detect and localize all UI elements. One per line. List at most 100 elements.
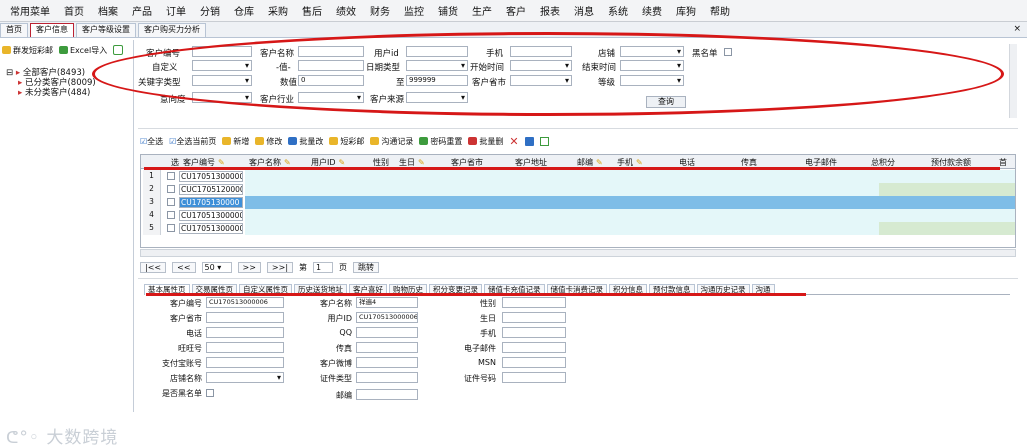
- end-time-input[interactable]: [620, 60, 684, 71]
- detail-uid-value[interactable]: CU170513000006: [356, 312, 418, 323]
- last-page-button[interactable]: >>|: [266, 261, 294, 273]
- row-checkbox[interactable]: [167, 198, 175, 206]
- jump-button[interactable]: 跳转: [353, 261, 380, 273]
- first-page-button[interactable]: |<<: [140, 261, 167, 273]
- menu-monitor[interactable]: 监控: [404, 3, 424, 18]
- save-icon[interactable]: [524, 136, 534, 146]
- next-page-button[interactable]: >>: [237, 261, 261, 273]
- tab-customer-info[interactable]: 客户信息: [30, 23, 74, 37]
- menu-product[interactable]: 产品: [132, 3, 152, 18]
- menu-distribution[interactable]: 分销: [200, 3, 220, 18]
- row-code[interactable]: CU170513000004: [179, 171, 243, 182]
- table-row[interactable]: 1 CU170513000004: [141, 170, 1015, 183]
- table-row[interactable]: 2 CUC17051200002: [141, 183, 1015, 196]
- detail-name-value[interactable]: 祥遍4: [356, 297, 418, 308]
- date-type-select[interactable]: [406, 60, 468, 71]
- detail-zip-value[interactable]: [356, 389, 418, 400]
- tab-purchasing-power[interactable]: 客户购买力分析: [138, 23, 206, 37]
- search-scrollbar[interactable]: [1009, 44, 1017, 118]
- shop-select[interactable]: [620, 46, 684, 57]
- table-row-selected[interactable]: 3 CU1705130000: [141, 196, 1015, 209]
- menu-customer[interactable]: 客户: [506, 3, 526, 18]
- prev-page-button[interactable]: <<: [172, 261, 196, 273]
- batch-delete-button[interactable]: 批量删: [468, 136, 503, 147]
- menu-aftersale[interactable]: 售后: [302, 3, 322, 18]
- customer-code-input[interactable]: [192, 46, 252, 57]
- level-select[interactable]: [620, 75, 684, 86]
- detail-email-value[interactable]: [502, 342, 566, 353]
- excel-import-button[interactable]: Excel导入: [59, 45, 107, 56]
- splitter[interactable]: [138, 128, 1018, 133]
- menu-finance[interactable]: 财务: [370, 3, 390, 18]
- detail-gender-value[interactable]: [502, 297, 566, 308]
- keyword-type-select[interactable]: [192, 75, 252, 86]
- detail-idno-value[interactable]: [502, 372, 566, 383]
- phone-input[interactable]: [510, 46, 572, 57]
- tab-home[interactable]: 首页: [0, 23, 28, 37]
- customer-name-input[interactable]: [298, 46, 364, 57]
- menu-performance[interactable]: 绩效: [336, 3, 356, 18]
- menu-help[interactable]: 帮助: [710, 3, 730, 18]
- menu-renew[interactable]: 续费: [642, 3, 662, 18]
- tree-classified[interactable]: ▸ 已分类客户(8009): [6, 78, 96, 88]
- menu-message[interactable]: 消息: [574, 3, 594, 18]
- row-checkbox[interactable]: [167, 185, 175, 193]
- value-from-input[interactable]: 0: [298, 75, 364, 86]
- row-code[interactable]: CU1705130000: [179, 197, 243, 208]
- col-first[interactable]: 首: [999, 157, 1007, 168]
- row-code[interactable]: CUC17051200002: [179, 184, 243, 195]
- query-button[interactable]: 查询: [646, 96, 686, 108]
- table-row[interactable]: 5 CU170513000000: [141, 222, 1015, 235]
- row-checkbox[interactable]: [167, 211, 175, 219]
- password-reset-button[interactable]: 密码重置: [419, 136, 462, 147]
- sms-email-button[interactable]: 短彩邮: [329, 136, 364, 147]
- menu-common[interactable]: 常用菜单: [10, 3, 50, 18]
- detail-code-value[interactable]: CU170513000006: [206, 297, 284, 308]
- custom-select[interactable]: [192, 60, 252, 71]
- menu-warehouse[interactable]: 仓库: [234, 3, 254, 18]
- close-icon[interactable]: ×: [1013, 24, 1021, 34]
- page-size-select[interactable]: 50 ▾: [201, 261, 232, 273]
- blacklist-checkbox[interactable]: [724, 48, 732, 56]
- detail-tel-value[interactable]: [206, 327, 284, 338]
- row-code[interactable]: CU170513000000: [179, 223, 243, 234]
- menu-stocking[interactable]: 铺货: [438, 3, 458, 18]
- menu-report[interactable]: 报表: [540, 3, 560, 18]
- close-icon[interactable]: ✕: [509, 135, 518, 148]
- detail-weibo-value[interactable]: [356, 357, 418, 368]
- detail-fax-value[interactable]: [356, 342, 418, 353]
- detail-qq-value[interactable]: [356, 327, 418, 338]
- select-all-button[interactable]: ☑全选: [140, 136, 163, 147]
- detail-msn-value[interactable]: [502, 357, 566, 368]
- row-checkbox[interactable]: [167, 224, 175, 232]
- menu-system[interactable]: 系统: [608, 3, 628, 18]
- menu-purchase[interactable]: 采购: [268, 3, 288, 18]
- detail-shop-select[interactable]: [206, 372, 284, 383]
- intent-select[interactable]: [192, 92, 252, 103]
- detail-mobile-value[interactable]: [502, 327, 566, 338]
- user-id-input[interactable]: [406, 46, 468, 57]
- menu-kugou[interactable]: 库狗: [676, 3, 696, 18]
- add-button[interactable]: 新增: [222, 136, 249, 147]
- batch-edit-button[interactable]: 批量改: [288, 136, 323, 147]
- row-checkbox[interactable]: [167, 172, 175, 180]
- start-time-input[interactable]: [510, 60, 572, 71]
- menu-archive[interactable]: 档案: [98, 3, 118, 18]
- source-select[interactable]: [406, 92, 468, 103]
- custom-value-input[interactable]: [298, 60, 364, 71]
- tab-customer-level[interactable]: 客户等级设置: [76, 23, 136, 37]
- detail-blacklist-checkbox[interactable]: [206, 389, 214, 397]
- contact-record-button[interactable]: 沟通记录: [370, 136, 413, 147]
- table-row[interactable]: 4 CU170513000000: [141, 209, 1015, 222]
- excel-icon[interactable]: [539, 136, 549, 146]
- menu-production[interactable]: 生产: [472, 3, 492, 18]
- province-select[interactable]: [510, 75, 572, 86]
- select-page-button[interactable]: ☑全选当前页: [169, 136, 216, 147]
- menu-order[interactable]: 订单: [166, 3, 186, 18]
- refresh-icon[interactable]: [113, 45, 124, 55]
- sms-button[interactable]: 群发短彩邮: [2, 45, 53, 56]
- tree-unclassified[interactable]: ▸ 未分类客户(484): [6, 88, 96, 98]
- tree-root[interactable]: ⊟ ▸ 全部客户(8493): [6, 68, 96, 78]
- edit-button[interactable]: 修改: [255, 136, 282, 147]
- detail-province-value[interactable]: [206, 312, 284, 323]
